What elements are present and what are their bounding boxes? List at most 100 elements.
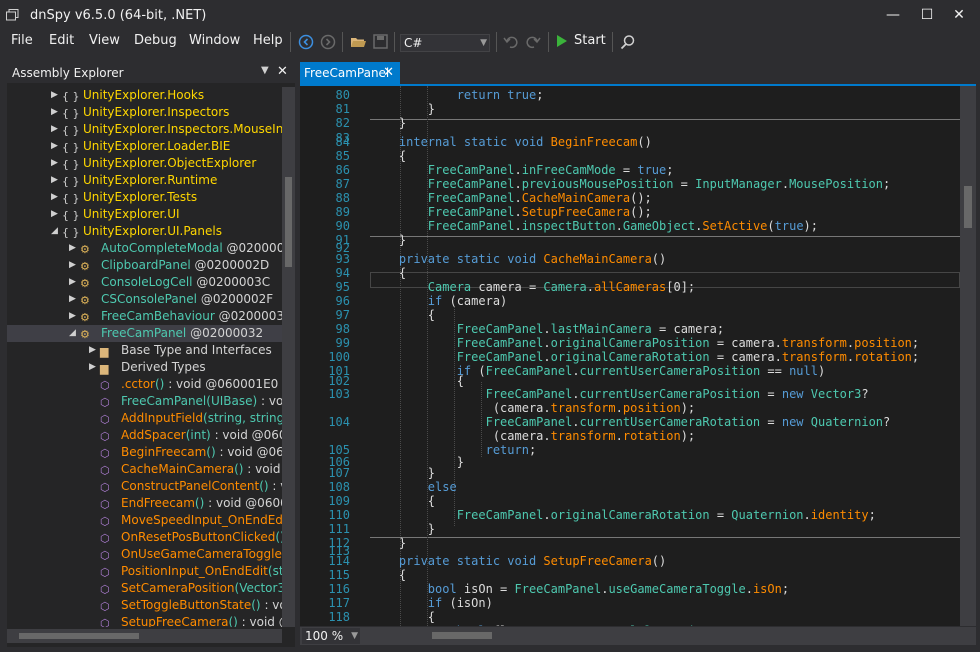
expand-arrow-icon[interactable]: ▶ bbox=[69, 240, 76, 257]
code-line[interactable]: } bbox=[370, 522, 435, 536]
undo-icon[interactable] bbox=[503, 34, 518, 50]
code-line[interactable]: bool isOn = FreeCamPanel.useGameCameraTo… bbox=[370, 582, 789, 596]
language-select[interactable]: C# ▼ bbox=[400, 34, 490, 52]
method-node[interactable]: ⬡ OnResetPosButtonClicked() : bbox=[7, 529, 282, 546]
code-line[interactable]: { bbox=[370, 568, 406, 582]
code-line[interactable]: { bbox=[370, 610, 435, 624]
code-line[interactable]: internal static void BeginFreecam() bbox=[370, 135, 652, 149]
menu-debug[interactable]: Debug bbox=[134, 33, 177, 48]
expand-arrow-icon[interactable]: ▶ bbox=[69, 274, 76, 291]
namespace-node[interactable]: ▶ { } UnityExplorer.Runtime bbox=[7, 172, 282, 189]
namespace-node[interactable]: ▶ { } UnityExplorer.Hooks bbox=[7, 87, 282, 104]
code-line[interactable]: } bbox=[370, 102, 435, 116]
method-node[interactable]: ⬡ OnUseGameCameraToggled(b bbox=[7, 546, 282, 563]
class-node[interactable]: ▶ ⚙ ClipboardPanel @0200002D bbox=[7, 257, 282, 274]
explorer-vertical-scrollbar[interactable] bbox=[282, 87, 295, 627]
code-line[interactable]: { bbox=[370, 374, 464, 388]
code-line[interactable]: } bbox=[370, 466, 435, 480]
open-folder-icon[interactable] bbox=[350, 34, 367, 50]
code-line[interactable]: FreeCamPanel.inspectButton.GameObject.Se… bbox=[370, 219, 818, 233]
code-line[interactable]: (camera.transform.position); bbox=[370, 401, 695, 415]
menu-window[interactable]: Window bbox=[189, 33, 240, 48]
code-line[interactable]: return true; bbox=[370, 88, 544, 102]
menu-edit[interactable]: Edit bbox=[49, 33, 74, 48]
expand-arrow-icon[interactable]: ▶ bbox=[51, 121, 58, 138]
expand-arrow-icon[interactable]: ▶ bbox=[51, 104, 58, 121]
namespace-node[interactable]: ▶ { } UnityExplorer.Inspectors bbox=[7, 104, 282, 121]
namespace-node[interactable]: ▶ { }UnityExplorer.Inspectors.MouseInspe bbox=[7, 121, 282, 138]
code-editor[interactable]: 80 81 82 83 84 85 86 87 88 89 90 91 92 93 94 95 96 97 98 99… bbox=[300, 86, 960, 626]
code-line[interactable]: FreeCamPanel.previousMousePosition = Inp… bbox=[370, 177, 890, 191]
code-line[interactable]: } bbox=[370, 116, 406, 130]
scrollbar-thumb[interactable] bbox=[285, 177, 292, 267]
class-node[interactable]: ◢ ⚙ FreeCamPanel @02000032 bbox=[7, 325, 282, 342]
code-line[interactable]: { bbox=[370, 308, 435, 322]
menu-file[interactable]: File bbox=[11, 33, 33, 48]
code-line[interactable]: FreeCamPanel.inFreeCamMode = true; bbox=[370, 163, 674, 177]
code-line[interactable]: if (camera) bbox=[370, 294, 507, 308]
close-panel-icon[interactable]: ✕ bbox=[277, 64, 288, 79]
expand-arrow-icon[interactable]: ▶ bbox=[69, 291, 76, 308]
folder-node[interactable]: ▶ ▆ Base Type and Interfaces bbox=[7, 342, 282, 359]
explorer-horizontal-scrollbar[interactable] bbox=[7, 629, 282, 643]
code-line[interactable]: bool flag = !FreeCamPanel.lastMainCamera… bbox=[370, 624, 753, 626]
namespace-node[interactable]: ◢ { } UnityExplorer.UI.Panels bbox=[7, 223, 282, 240]
expand-arrow-icon[interactable]: ▶ bbox=[69, 257, 76, 274]
back-icon[interactable] bbox=[298, 34, 314, 50]
code-line[interactable]: private static void SetupFreeCamera() bbox=[370, 554, 666, 568]
collapse-arrow-icon[interactable]: ◢ bbox=[51, 223, 58, 240]
code-line[interactable]: if (isOn) bbox=[370, 596, 493, 610]
method-node[interactable]: ⬡ PositionInput_OnEndEdit(stri bbox=[7, 563, 282, 580]
code-line[interactable]: FreeCamPanel.lastMainCamera = camera; bbox=[370, 322, 724, 336]
expand-arrow-icon[interactable]: ▶ bbox=[51, 138, 58, 155]
code-line[interactable]: else bbox=[370, 480, 457, 494]
scrollbar-thumb[interactable] bbox=[964, 186, 972, 228]
editor-vertical-scrollbar[interactable] bbox=[960, 86, 976, 626]
redo-icon[interactable] bbox=[526, 34, 541, 50]
expand-arrow-icon[interactable]: ▶ bbox=[51, 155, 58, 172]
class-node[interactable]: ▶ ⚙ FreeCamBehaviour @02000034 bbox=[7, 308, 282, 325]
code-line[interactable]: FreeCamPanel.CacheMainCamera(); bbox=[370, 191, 652, 205]
menu-view[interactable]: View bbox=[89, 33, 120, 48]
code-line[interactable]: { bbox=[370, 266, 406, 280]
expand-arrow-icon[interactable]: ▶ bbox=[51, 206, 58, 223]
expand-arrow-icon[interactable]: ▶ bbox=[51, 189, 58, 206]
close-tab-icon[interactable]: ✕ bbox=[383, 62, 394, 84]
panel-options-icon[interactable]: ▼ bbox=[261, 65, 269, 76]
code-line[interactable]: } bbox=[370, 233, 406, 247]
expand-arrow-icon[interactable]: ▶ bbox=[89, 359, 96, 376]
tab-freecampanel[interactable]: FreeCamPanel ✕ bbox=[300, 62, 400, 84]
method-node[interactable]: ⬡ FreeCamPanel(UIBase) : void bbox=[7, 393, 282, 410]
namespace-node[interactable]: ▶ { } UnityExplorer.Tests bbox=[7, 189, 282, 206]
search-icon[interactable] bbox=[620, 34, 636, 50]
code-line[interactable]: FreeCamPanel.currentUserCameraRotation =… bbox=[370, 415, 891, 429]
code-line[interactable]: FreeCamPanel.SetupFreeCamera(); bbox=[370, 205, 652, 219]
editor-horizontal-scrollbar[interactable] bbox=[362, 627, 976, 645]
method-node[interactable]: ⬡ SetToggleButtonState() : void bbox=[7, 597, 282, 614]
code-line[interactable]: FreeCamPanel.originalCameraPosition = ca… bbox=[370, 336, 919, 350]
code-line[interactable]: Camera camera = Camera.allCameras[0]; bbox=[370, 280, 695, 294]
method-node[interactable]: ⬡ .cctor() : void @060001E0 bbox=[7, 376, 282, 393]
namespace-node[interactable]: ▶ { } UnityExplorer.ObjectExplorer bbox=[7, 155, 282, 172]
menu-help[interactable]: Help bbox=[253, 33, 283, 48]
code-area[interactable]: return true; } } internal static void Be… bbox=[370, 86, 960, 626]
method-node[interactable]: ⬡ EndFreecam() : void @060001 bbox=[7, 495, 282, 512]
code-line[interactable]: (camera.transform.rotation); bbox=[370, 429, 695, 443]
code-line[interactable]: private static void CacheMainCamera() bbox=[370, 252, 666, 266]
expand-arrow-icon[interactable]: ▶ bbox=[51, 87, 58, 104]
class-node[interactable]: ▶ ⚙ AutoCompleteModal @0200002C bbox=[7, 240, 282, 257]
zoom-select[interactable]: 100 % ▼ bbox=[302, 628, 360, 644]
class-node[interactable]: ▶ ⚙ CSConsolePanel @0200002F bbox=[7, 291, 282, 308]
method-node[interactable]: ⬡ BeginFreecam() : void @0600 bbox=[7, 444, 282, 461]
class-node[interactable]: ▶ ⚙ ConsoleLogCell @0200003C bbox=[7, 274, 282, 291]
assembly-tree[interactable]: ▶{ } UnityExplorer.Hooks ▶{ } UnityExplorer… bbox=[7, 87, 282, 627]
code-line[interactable]: FreeCamPanel.originalCameraRotation = ca… bbox=[370, 350, 919, 364]
method-node[interactable]: ⬡ MoveSpeedInput_OnEndEdit( bbox=[7, 512, 282, 529]
namespace-node[interactable]: ▶ { } UnityExplorer.UI bbox=[7, 206, 282, 223]
code-line[interactable]: FreeCamPanel.originalCameraRotation = Qu… bbox=[370, 508, 876, 522]
close-window-button[interactable]: ✕ bbox=[938, 0, 980, 30]
code-line[interactable]: FreeCamPanel.currentUserCameraPosition =… bbox=[370, 387, 869, 401]
method-node[interactable]: ⬡ AddInputField(string, string, s bbox=[7, 410, 282, 427]
expand-arrow-icon[interactable]: ▶ bbox=[89, 342, 96, 359]
code-line[interactable]: { bbox=[370, 149, 406, 163]
